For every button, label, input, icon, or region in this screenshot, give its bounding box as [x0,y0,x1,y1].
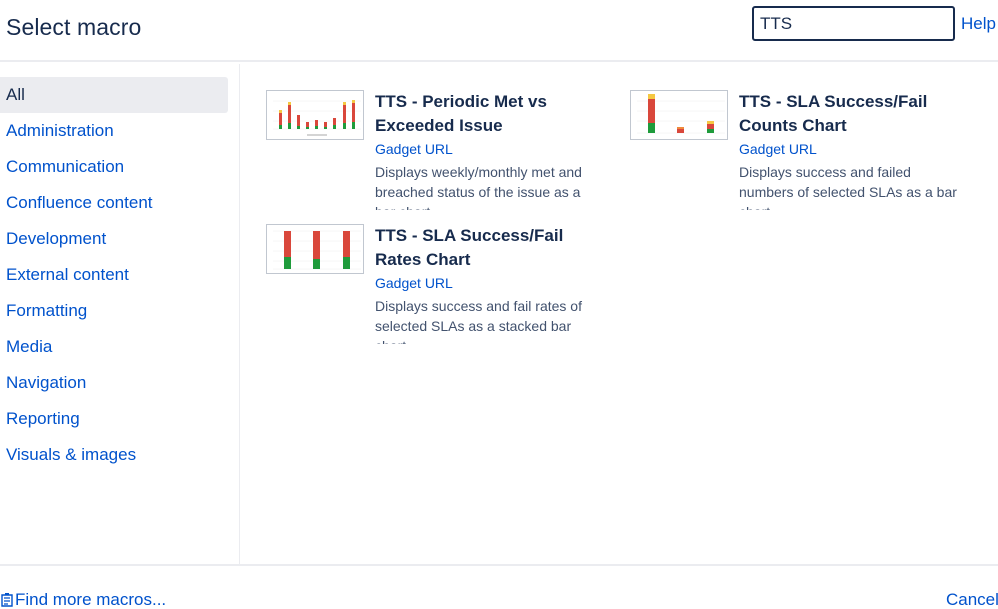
sidebar-item-media[interactable]: Media [0,329,228,365]
marketplace-icon [0,592,14,609]
cancel-button[interactable]: Cancel [946,590,998,609]
search-input[interactable] [752,6,955,41]
find-more-macros-label: Find more macros... [15,590,167,609]
macro-title: TTS - Periodic Met vs Exceeded Issue [375,92,547,135]
macro-item-periodic-met-vs-exceeded[interactable]: TTS - Periodic Met vs Exceeded Issue Gad… [266,90,606,210]
dialog-title: Select macro [6,14,142,40]
macro-thumbnail [266,90,364,140]
sidebar-item-confluence-content[interactable]: Confluence content [0,185,228,221]
sidebar-item-visuals-images[interactable]: Visuals & images [0,437,228,473]
bar-chart-thumbnail-icon [637,94,725,134]
macro-title: TTS - SLA Success/Fail Rates Chart [375,226,564,269]
macro-thumbnail [630,90,728,140]
macro-thumbnail [266,224,364,274]
sidebar-item-all[interactable]: All [0,77,228,113]
sidebar-item-communication[interactable]: Communication [0,149,228,185]
sidebar-item-development[interactable]: Development [0,221,228,257]
category-sidebar: All Administration Communication Conflue… [0,64,240,564]
sidebar-item-external-content[interactable]: External content [0,257,228,293]
sidebar-item-navigation[interactable]: Navigation [0,365,228,401]
sidebar-item-formatting[interactable]: Formatting [0,293,228,329]
find-more-macros-link[interactable]: Find more macros... [0,590,166,609]
macro-list: TTS - Periodic Met vs Exceeded Issue Gad… [241,64,998,564]
gadget-url-link[interactable]: Gadget URL [739,141,817,157]
macro-description: Displays weekly/monthly met and breached… [375,164,582,210]
help-link[interactable]: Help [961,14,996,34]
macro-title: TTS - SLA Success/Fail Counts Chart [739,92,928,135]
macro-description: Displays success and failed numbers of s… [739,164,957,210]
sidebar-item-reporting[interactable]: Reporting [0,401,228,437]
dialog-header: Select macro Help [0,0,998,62]
bar-chart-thumbnail-icon [273,100,361,136]
stacked-bar-chart-thumbnail-icon [273,230,361,270]
gadget-url-link[interactable]: Gadget URL [375,275,453,291]
dialog-footer: Find more macros... Cancel [0,564,998,609]
macro-description: Displays success and fail rates of selec… [375,298,582,344]
gadget-url-link[interactable]: Gadget URL [375,141,453,157]
sidebar-item-administration[interactable]: Administration [0,113,228,149]
macro-item-sla-success-fail-rates[interactable]: TTS - SLA Success/Fail Rates Chart Gadge… [266,224,606,344]
macro-item-sla-success-fail-counts[interactable]: TTS - SLA Success/Fail Counts Chart Gadg… [630,90,970,210]
